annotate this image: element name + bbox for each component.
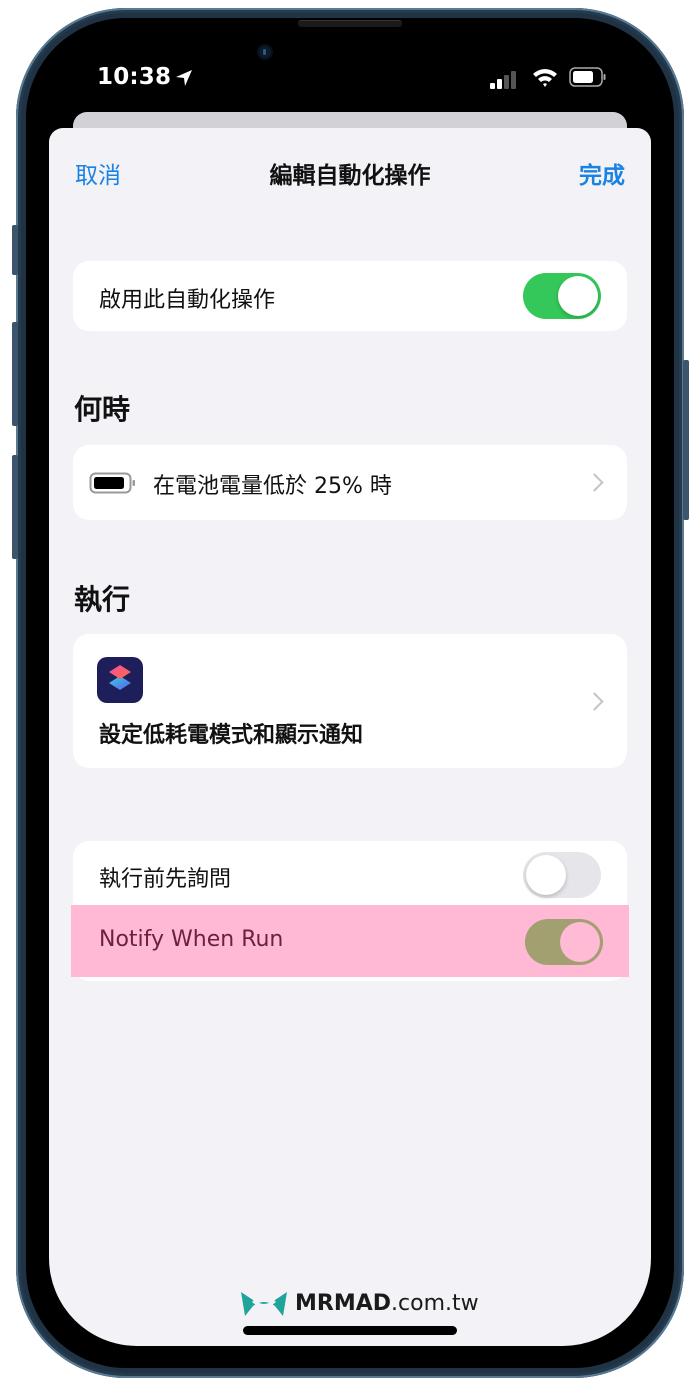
watermark-brand: MRMAD [295,1291,392,1316]
done-button[interactable]: 完成 [579,156,625,190]
edit-automation-sheet: 取消 編輯自動化操作 完成 啟用此自動化操作 何時 在電池電量低於 25% 時 … [49,128,651,1346]
notify-when-run-toggle[interactable] [525,919,603,965]
ask-before-running-toggle[interactable] [523,852,601,898]
status-time: 10:38 [97,64,172,90]
when-section-header: 何時 [74,393,131,426]
enable-automation-label: 啟用此自動化操作 [99,288,276,313]
chevron-right-icon [585,473,604,492]
mrmad-logo-icon [241,1292,287,1316]
do-section-header: 執行 [74,583,131,616]
action-row[interactable]: 設定低耗電模式和顯示通知 [73,634,627,768]
trigger-label: 在電池電量低於 25% 時 [153,474,392,499]
enable-automation-row: 啟用此自動化操作 [73,261,627,331]
wifi-icon [533,69,557,87]
notify-when-run-row: Notify When Run [71,905,629,977]
toggle-knob [558,276,598,316]
ask-before-running-label: 執行前先詢問 [99,867,232,892]
status-bar: 10:38 [0,0,700,110]
cellular-signal-icon [490,71,516,89]
notify-when-run-label: Notify When Run [99,927,284,952]
enable-automation-toggle[interactable] [523,273,601,319]
volume-up-button [12,322,18,426]
trigger-row[interactable]: 在電池電量低於 25% 時 [73,445,627,520]
toggle-knob [560,922,600,962]
watermark-domain: .com.tw [391,1291,479,1316]
battery-icon [569,67,606,87]
toggle-knob [526,855,566,895]
home-indicator[interactable] [243,1326,457,1335]
battery-icon [89,472,135,494]
shortcuts-app-icon [97,657,143,703]
page-title: 編輯自動化操作 [269,163,431,189]
location-arrow-icon [176,70,192,86]
chevron-right-icon [585,692,604,711]
volume-down-button [12,455,18,559]
watermark: MRMAD.com.tw [295,1291,479,1316]
action-label: 設定低耗電模式和顯示通知 [99,723,364,748]
power-button [683,360,689,520]
action-button [12,225,18,275]
